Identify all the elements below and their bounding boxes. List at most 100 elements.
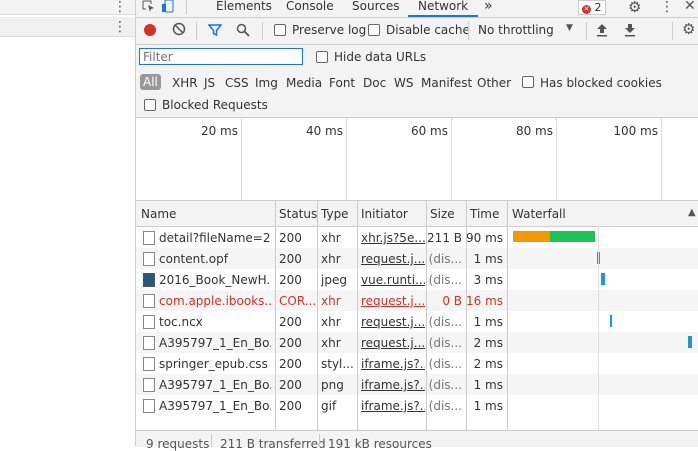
table-row[interactable]: springer_epub.css 200 styl... iframe.js?...… bbox=[136, 353, 698, 374]
type-filter-all[interactable]: All bbox=[140, 74, 161, 90]
table-row[interactable]: 2016_Book_NewH... 200 jpeg vue.runti... (dis… bbox=[136, 269, 698, 290]
column-header-time[interactable]: Time bbox=[470, 207, 499, 221]
tab-console[interactable]: Console bbox=[286, 0, 334, 17]
type-filter-font[interactable]: Font bbox=[329, 76, 355, 90]
page-more-icon[interactable]: ⋮ bbox=[113, 0, 127, 14]
import-har-icon[interactable] bbox=[596, 23, 608, 40]
cell-initiator[interactable]: request.j... bbox=[361, 315, 425, 329]
table-row[interactable]: A395797_1_En_Bo... 200 gif iframe.js?... (di… bbox=[136, 395, 698, 416]
table-row[interactable]: content.opf 200 xhr request.j... (dis... 1 ms bbox=[136, 248, 698, 269]
tab-sources[interactable]: Sources bbox=[352, 0, 399, 17]
table-row[interactable]: detail?fileName=2... 200 xhr xhr.js?5e... 21… bbox=[136, 227, 698, 248]
cell-name[interactable]: springer_epub.css bbox=[159, 357, 271, 371]
cell-name[interactable]: toc.ncx bbox=[159, 315, 271, 329]
column-header-type[interactable]: Type bbox=[321, 207, 349, 221]
record-button-icon[interactable] bbox=[144, 24, 156, 36]
waterfall-bar[interactable] bbox=[688, 336, 692, 348]
filter-funnel-icon[interactable] bbox=[207, 23, 223, 40]
column-header-waterfall[interactable]: Waterfall bbox=[512, 207, 566, 221]
cell-initiator[interactable]: request.j... bbox=[361, 252, 425, 266]
cell-name[interactable]: detail?fileName=2... bbox=[159, 231, 271, 245]
cell-time: 1 ms bbox=[473, 315, 503, 329]
table-row[interactable]: A395797_1_En_Bo... 200 png iframe.js?... (di… bbox=[136, 374, 698, 395]
blocked-requests-checkbox[interactable] bbox=[144, 99, 156, 111]
cell-type: gif bbox=[321, 399, 337, 413]
cell-initiator[interactable]: xhr.js?5e... bbox=[361, 231, 425, 245]
cell-status: 200 bbox=[279, 336, 302, 350]
clear-icon[interactable] bbox=[172, 22, 186, 39]
cell-initiator[interactable]: vue.runti... bbox=[361, 273, 425, 287]
type-filter-xhr[interactable]: XHR bbox=[172, 76, 198, 90]
type-filter-media[interactable]: Media bbox=[286, 76, 322, 90]
cell-name[interactable]: content.opf bbox=[159, 252, 271, 266]
cell-initiator[interactable]: iframe.js?... bbox=[361, 357, 425, 371]
cell-name[interactable]: com.apple.ibooks.... bbox=[159, 294, 271, 308]
cell-initiator[interactable]: request.j... bbox=[361, 294, 425, 308]
column-header-status[interactable]: Status bbox=[279, 207, 317, 221]
type-filter-js[interactable]: JS bbox=[204, 76, 215, 90]
preserve-log-checkbox[interactable] bbox=[274, 24, 286, 36]
cell-initiator[interactable]: request.j... bbox=[361, 336, 425, 350]
type-filter-manifest[interactable]: Manifest bbox=[421, 76, 472, 90]
type-filter-css[interactable]: CSS bbox=[225, 76, 249, 90]
toolbar-separator bbox=[468, 22, 469, 40]
file-icon bbox=[143, 378, 155, 392]
column-header-initiator[interactable]: Initiator bbox=[361, 207, 408, 221]
overview-gridline bbox=[556, 118, 557, 200]
filter-input[interactable] bbox=[139, 48, 303, 65]
network-overview[interactable]: 20 ms 40 ms 60 ms 80 ms 100 ms bbox=[136, 118, 698, 201]
type-filter-other[interactable]: Other bbox=[477, 76, 511, 90]
type-filter-ws[interactable]: WS bbox=[394, 76, 413, 90]
cell-size: (dis... bbox=[428, 357, 462, 371]
inspect-element-icon[interactable] bbox=[142, 0, 156, 16]
tab-separator bbox=[186, 0, 187, 14]
table-row[interactable]: A395797_1_En_Bo... 200 xhr request.j... (dis… bbox=[136, 332, 698, 353]
has-blocked-cookies-checkbox[interactable] bbox=[522, 76, 534, 88]
network-settings-gear-icon[interactable]: ⚙ bbox=[682, 20, 695, 38]
tab-network[interactable]: Network bbox=[408, 0, 479, 17]
network-toolbar: Preserve log Disable cache No throttling… bbox=[136, 18, 698, 45]
search-icon[interactable] bbox=[236, 23, 250, 40]
cell-type: xhr bbox=[321, 294, 341, 308]
error-counter[interactable]: ✕ 2 bbox=[578, 0, 606, 15]
cell-status: 200 bbox=[279, 273, 302, 287]
devtools-more-icon[interactable]: ⋮ bbox=[660, 0, 674, 14]
page-row-more-icon[interactable]: ⋮ bbox=[113, 20, 127, 34]
tab-elements[interactable]: Elements bbox=[216, 0, 272, 17]
export-har-icon[interactable] bbox=[624, 23, 636, 40]
table-row[interactable]: toc.ncx 200 xhr request.j... (dis... 1 ms bbox=[136, 311, 698, 332]
cell-initiator[interactable]: iframe.js?... bbox=[361, 399, 425, 413]
file-icon bbox=[143, 399, 155, 413]
overview-gridline bbox=[661, 118, 662, 200]
cell-initiator[interactable]: iframe.js?... bbox=[361, 378, 425, 392]
cell-name[interactable]: A395797_1_En_Bo... bbox=[159, 399, 271, 413]
cell-time: 2 ms bbox=[473, 357, 503, 371]
close-devtools-icon[interactable]: ✕ bbox=[684, 0, 696, 14]
page-pane bbox=[0, 0, 136, 446]
disable-cache-checkbox[interactable] bbox=[368, 24, 380, 36]
waterfall-bar[interactable] bbox=[513, 231, 550, 242]
cell-size: 0 B bbox=[442, 294, 462, 308]
column-header-name[interactable]: Name bbox=[141, 207, 176, 221]
device-toolbar-icon[interactable] bbox=[162, 0, 176, 16]
error-icon: ✕ bbox=[582, 5, 591, 14]
overview-tick-label: 60 ms bbox=[410, 124, 448, 138]
footer-transferred: 211 B transferred bbox=[220, 437, 326, 451]
disable-cache-label: Disable cache bbox=[386, 23, 470, 37]
cell-name[interactable]: A395797_1_En_Bo... bbox=[159, 336, 271, 350]
more-tabs-button[interactable]: » bbox=[484, 0, 493, 17]
waterfall-bar[interactable] bbox=[601, 273, 605, 285]
table-row[interactable]: com.apple.ibooks.... COR... xhr request.j..… bbox=[136, 290, 698, 311]
waterfall-bar[interactable] bbox=[550, 231, 595, 242]
column-header-size[interactable]: Size bbox=[430, 207, 455, 221]
hide-data-urls-checkbox[interactable] bbox=[316, 51, 328, 63]
type-filter-img[interactable]: Img bbox=[255, 76, 278, 90]
waterfall-bar[interactable] bbox=[610, 315, 612, 327]
throttling-select[interactable]: No throttling bbox=[478, 23, 554, 37]
cell-name[interactable]: 2016_Book_NewH... bbox=[159, 273, 271, 287]
settings-gear-icon[interactable]: ⚙ bbox=[628, 0, 641, 16]
footer-separator bbox=[211, 434, 212, 447]
type-filter-doc[interactable]: Doc bbox=[363, 76, 386, 90]
cell-status: 200 bbox=[279, 315, 302, 329]
cell-name[interactable]: A395797_1_En_Bo... bbox=[159, 378, 271, 392]
